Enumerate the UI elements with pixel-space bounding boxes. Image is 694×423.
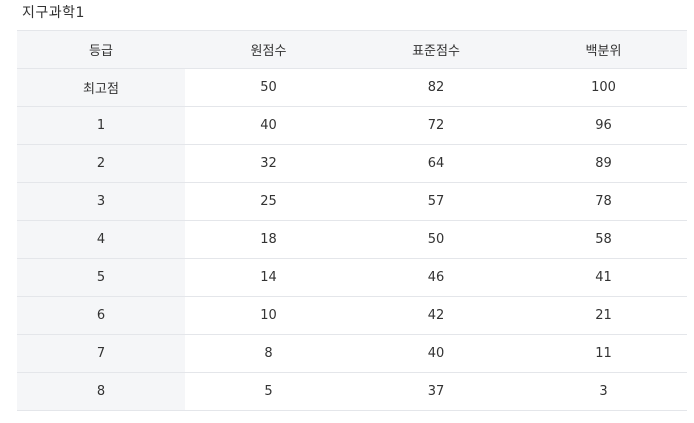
raw-score-cell: 18: [185, 220, 352, 259]
table-row: 3 25 57 78: [17, 182, 687, 221]
standard-score-cell: 37: [352, 372, 520, 411]
raw-score-cell: 14: [185, 258, 352, 297]
table-row: 8 5 37 3: [17, 372, 687, 411]
standard-score-cell: 46: [352, 258, 520, 297]
percentile-cell: 58: [520, 220, 687, 259]
raw-score-cell: 32: [185, 144, 352, 183]
header-raw-score: 원점수: [185, 30, 352, 69]
table-row: 최고점 50 82 100: [17, 68, 687, 107]
table-row: 1 40 72 96: [17, 106, 687, 145]
table-row: 4 18 50 58: [17, 220, 687, 259]
grade-cell: 4: [17, 220, 185, 259]
table-header-row: 등급 원점수 표준점수 백분위: [17, 30, 687, 69]
raw-score-cell: 5: [185, 372, 352, 411]
grade-cell: 7: [17, 334, 185, 373]
grade-cell: 2: [17, 144, 185, 183]
table-row: 6 10 42 21: [17, 296, 687, 335]
percentile-cell: 96: [520, 106, 687, 145]
header-grade: 등급: [17, 30, 185, 69]
table-row: 2 32 64 89: [17, 144, 687, 183]
header-percentile: 백분위: [520, 30, 687, 69]
standard-score-cell: 40: [352, 334, 520, 373]
grade-cell: 6: [17, 296, 185, 335]
raw-score-cell: 25: [185, 182, 352, 221]
percentile-cell: 21: [520, 296, 687, 335]
raw-score-cell: 40: [185, 106, 352, 145]
grade-cell: 8: [17, 372, 185, 411]
raw-score-cell: 8: [185, 334, 352, 373]
standard-score-cell: 42: [352, 296, 520, 335]
score-table-page: 지구과학1 등급 원점수 표준점수 백분위 최고점 50 82 100 1 40…: [0, 0, 694, 423]
standard-score-cell: 64: [352, 144, 520, 183]
grade-cell: 3: [17, 182, 185, 221]
percentile-cell: 100: [520, 68, 687, 107]
standard-score-cell: 57: [352, 182, 520, 221]
standard-score-cell: 50: [352, 220, 520, 259]
grade-cut-table: 등급 원점수 표준점수 백분위 최고점 50 82 100 1 40 72 96…: [17, 30, 687, 411]
table-row: 5 14 46 41: [17, 258, 687, 297]
percentile-cell: 11: [520, 334, 687, 373]
table-title: 지구과학1: [22, 5, 85, 21]
standard-score-cell: 72: [352, 106, 520, 145]
raw-score-cell: 10: [185, 296, 352, 335]
percentile-cell: 3: [520, 372, 687, 411]
percentile-cell: 78: [520, 182, 687, 221]
standard-score-cell: 82: [352, 68, 520, 107]
table-row: 7 8 40 11: [17, 334, 687, 373]
grade-cell: 1: [17, 106, 185, 145]
grade-cell: 최고점: [17, 68, 185, 107]
header-standard-score: 표준점수: [352, 30, 520, 69]
percentile-cell: 41: [520, 258, 687, 297]
percentile-cell: 89: [520, 144, 687, 183]
raw-score-cell: 50: [185, 68, 352, 107]
grade-cell: 5: [17, 258, 185, 297]
